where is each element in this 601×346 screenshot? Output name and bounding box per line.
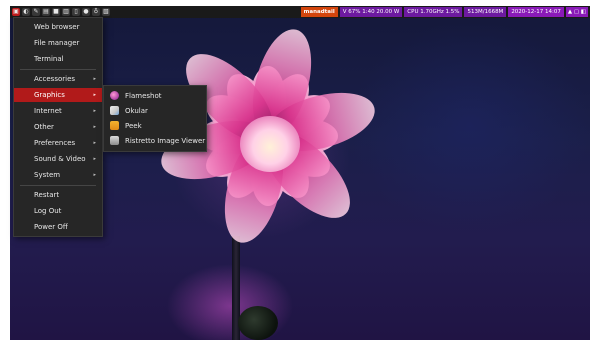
ristretto-icon bbox=[110, 136, 119, 145]
app-menu-icon[interactable]: ▣ bbox=[12, 8, 20, 16]
chevron-right-icon: ▸ bbox=[93, 76, 96, 82]
menu-divider bbox=[20, 185, 96, 186]
menu-item-label: Power Off bbox=[34, 223, 68, 231]
menu-item-terminal[interactable]: Terminal bbox=[14, 52, 102, 66]
tray-icons[interactable]: ▲ ▢ ◧ bbox=[565, 7, 588, 17]
menu-item-internet[interactable]: Internet ▸ bbox=[14, 104, 102, 118]
image-launcher-icon[interactable]: ▥ bbox=[62, 8, 70, 16]
menu-item-label: Sound & Video bbox=[34, 155, 86, 163]
chevron-right-icon: ▸ bbox=[93, 172, 96, 178]
cpu-indicator[interactable]: CPU 1.70GHz 1.5% bbox=[404, 7, 463, 17]
user-indicator[interactable]: manadtail bbox=[300, 7, 338, 17]
terminal-launcher-icon[interactable]: ◐ bbox=[22, 8, 30, 16]
chevron-right-icon: ▸ bbox=[93, 140, 96, 146]
menu-item-label: Terminal bbox=[34, 55, 64, 63]
menu-item-sound-video[interactable]: Sound & Video ▸ bbox=[14, 152, 102, 166]
menu-item-restart[interactable]: Restart bbox=[14, 188, 102, 202]
submenu-item-okular[interactable]: Okular bbox=[104, 103, 206, 118]
menu-item-label: Other bbox=[34, 123, 54, 131]
submenu-item-peek[interactable]: Peek bbox=[104, 118, 206, 133]
menu-item-label: File manager bbox=[34, 39, 80, 47]
menu-item-graphics[interactable]: Graphics ▸ bbox=[14, 88, 102, 102]
submenu-item-label: Flameshot bbox=[125, 91, 162, 100]
application-menu: Web browser File manager Terminal Access… bbox=[13, 17, 103, 237]
clock[interactable]: 2020-12-17 14:07 bbox=[508, 7, 564, 17]
flower-center bbox=[240, 116, 300, 172]
globe-launcher-icon[interactable]: ♁ bbox=[92, 8, 100, 16]
flameshot-icon bbox=[110, 91, 119, 100]
menu-item-system[interactable]: System ▸ bbox=[14, 168, 102, 182]
menu-item-label: Log Out bbox=[34, 207, 62, 215]
window-launcher-icon[interactable]: ▯ bbox=[72, 8, 80, 16]
submenu-item-flameshot[interactable]: Flameshot bbox=[104, 88, 206, 103]
menu-item-file-manager[interactable]: File manager bbox=[14, 36, 102, 50]
flower-bud bbox=[238, 306, 278, 340]
menu-item-label: Graphics bbox=[34, 91, 65, 99]
submenu-item-label: Ristretto Image Viewer bbox=[125, 136, 206, 145]
menu-item-other[interactable]: Other ▸ bbox=[14, 120, 102, 134]
chevron-right-icon: ▸ bbox=[93, 156, 96, 162]
okular-icon bbox=[110, 106, 119, 115]
system-tray: manadtail V 67% 1:40 20.00 W CPU 1.70GHz… bbox=[300, 6, 590, 18]
menu-item-power-off[interactable]: Power Off bbox=[14, 220, 102, 234]
menu-item-web-browser[interactable]: Web browser bbox=[14, 20, 102, 34]
menu-item-label: System bbox=[34, 171, 61, 179]
menu-item-preferences[interactable]: Preferences ▸ bbox=[14, 136, 102, 150]
menu-divider bbox=[20, 69, 96, 70]
video-launcher-icon[interactable]: ■ bbox=[52, 8, 60, 16]
memory-indicator[interactable]: 513M/1668M bbox=[464, 7, 507, 17]
chevron-right-icon: ▸ bbox=[93, 108, 96, 114]
peek-icon bbox=[110, 121, 119, 130]
editor-launcher-icon[interactable]: ✎ bbox=[32, 8, 40, 16]
submenu-item-ristretto[interactable]: Ristretto Image Viewer bbox=[104, 133, 206, 148]
chevron-right-icon: ▸ bbox=[93, 124, 96, 130]
graphics-submenu: Flameshot Okular Peek Ristretto Image Vi… bbox=[103, 85, 207, 152]
menu-item-label: Accessories bbox=[34, 75, 76, 83]
chevron-right-icon: ▸ bbox=[93, 92, 96, 98]
menu-item-label: Restart bbox=[34, 191, 60, 199]
menu-item-log-out[interactable]: Log Out bbox=[14, 204, 102, 218]
submenu-item-label: Okular bbox=[125, 106, 148, 115]
menu-item-accessories[interactable]: Accessories ▸ bbox=[14, 72, 102, 86]
files-launcher-icon[interactable]: ▤ bbox=[42, 8, 50, 16]
menu-item-label: Web browser bbox=[34, 23, 80, 31]
submenu-item-label: Peek bbox=[125, 121, 142, 130]
battery-indicator[interactable]: V 67% 1:40 20.00 W bbox=[339, 7, 403, 17]
menu-item-label: Internet bbox=[34, 107, 62, 115]
chat-launcher-icon[interactable]: ● bbox=[82, 8, 90, 16]
menu-item-label: Preferences bbox=[34, 139, 76, 147]
workspace-launcher-icon[interactable]: ▧ bbox=[102, 8, 110, 16]
